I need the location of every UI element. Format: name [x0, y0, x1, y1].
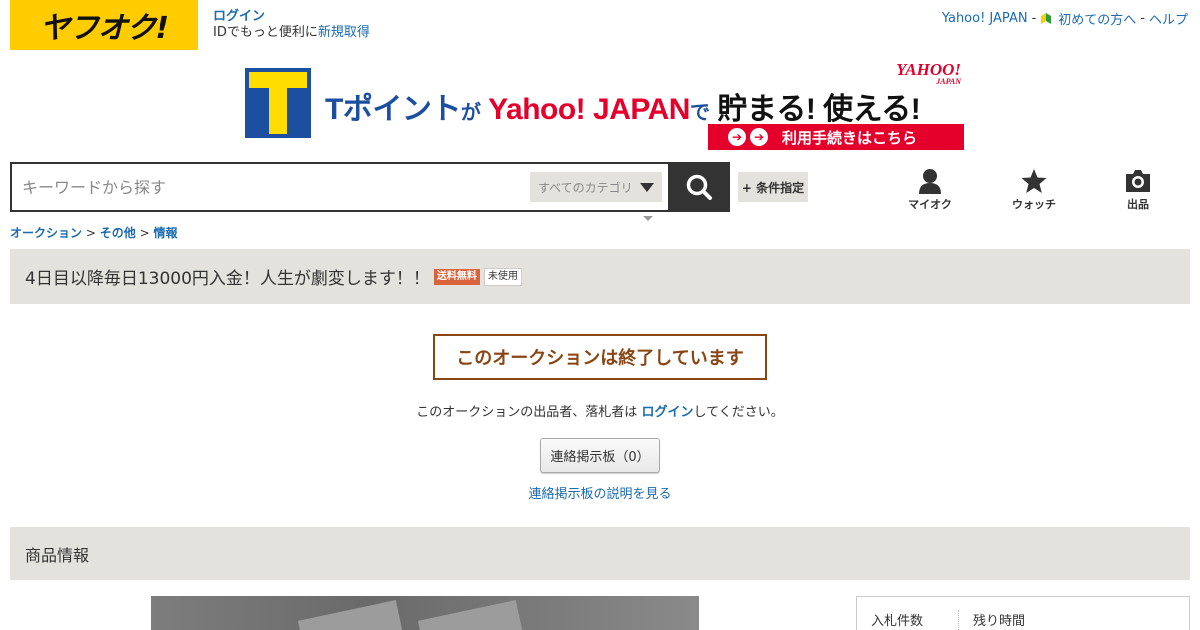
breadcrumb-item[interactable]: 情報	[153, 226, 177, 240]
banner-cta[interactable]: ➔ ➔ 利用手続きはこちら	[708, 124, 964, 150]
condition-badge: 未使用	[483, 267, 522, 286]
my-auction-nav[interactable]: マイオク	[895, 168, 965, 212]
top-link-separator: -	[1031, 11, 1037, 26]
sell-nav[interactable]: 出品	[1103, 168, 1173, 212]
banner-slogan-text: 貯まる! 使える!	[717, 93, 921, 126]
banner-yahoo-text: Yahoo! JAPAN	[488, 93, 690, 126]
banner-de-text: で	[689, 102, 710, 124]
free-shipping-badge: 送料無料	[433, 268, 480, 285]
dropdown-hint-icon	[643, 216, 653, 221]
login-notice-prefix: このオークションの出品者、落札者は	[416, 405, 638, 420]
search-icon	[686, 174, 712, 200]
login-block: ログイン IDでもっと便利に新規取得	[213, 9, 370, 41]
arrow-right-icon: ➔	[728, 128, 746, 146]
breadcrumb-item[interactable]: その他	[100, 226, 136, 240]
top-link-separator: -	[1140, 11, 1145, 26]
tpoint-banner[interactable]: Tポイントが Yahoo! JAPANで 貯まる! 使える! YAHOO! JA…	[245, 61, 965, 152]
contact-board-button[interactable]: 連絡掲示板（0）	[540, 438, 660, 473]
yahoo-mini-logo: YAHOO! JAPAN	[896, 61, 961, 86]
login-notice-suffix: してください。	[693, 405, 784, 420]
logo-text: ヤフオク!	[39, 11, 169, 46]
yafuoku-logo[interactable]: ヤフオク!	[10, 0, 198, 50]
auction-status-box: 入札件数 残り時間	[856, 596, 1190, 630]
watch-label: ウォッチ	[1012, 198, 1056, 211]
search-button[interactable]	[668, 162, 730, 212]
time-left-label: 残り時間	[973, 614, 1026, 629]
bid-count-label: 入札件数	[857, 610, 959, 630]
help-link[interactable]: ヘルプ	[1149, 9, 1188, 28]
banner-headline: Tポイントが Yahoo! JAPANで 貯まる! 使える!	[325, 84, 921, 128]
product-image-detail	[417, 600, 525, 630]
top-links: Yahoo! JAPAN - 初めての方へ - ヘルプ	[942, 9, 1188, 28]
product-info-title: 商品情報	[25, 545, 90, 565]
beginner-mark-icon	[1041, 12, 1052, 24]
login-notice-link[interactable]: ログイン	[641, 405, 693, 420]
category-select[interactable]: すべてのカテゴリ	[530, 172, 662, 202]
banner-ga-text: が	[460, 102, 481, 124]
item-title: 4日目以降毎日13000円入金！人生が劇変します！！	[25, 269, 430, 289]
breadcrumb-item[interactable]: オークション	[10, 226, 82, 240]
banner-tpoint-text: Tポイント	[325, 93, 461, 126]
search-bar: すべてのカテゴリ	[10, 162, 730, 212]
item-title-bar: 4日目以降毎日13000円入金！人生が劇変します！！ 送料無料 未使用	[10, 249, 1190, 304]
arrow-right-icon: ➔	[750, 128, 768, 146]
banner-cta-label: 利用手続きはこちら	[782, 128, 918, 147]
beginners-link[interactable]: 初めての方へ	[1058, 9, 1136, 28]
breadcrumb-separator: >	[139, 226, 150, 240]
user-icon	[919, 169, 941, 194]
breadcrumb: オークション > その他 > 情報	[10, 224, 177, 241]
product-image-detail	[297, 600, 405, 630]
my-auction-label: マイオク	[908, 198, 952, 211]
login-link[interactable]: ログイン	[213, 9, 370, 25]
watch-nav[interactable]: ウォッチ	[999, 168, 1069, 212]
login-sub-text: IDでもっと便利に	[213, 25, 318, 40]
yahoo-japan-link[interactable]: Yahoo! JAPAN	[942, 11, 1028, 26]
breadcrumb-separator: >	[85, 226, 96, 240]
product-info-header: 商品情報	[10, 527, 1190, 580]
camera-icon	[1126, 170, 1150, 192]
sell-label: 出品	[1127, 198, 1149, 211]
contact-board-help-link[interactable]: 連絡掲示板の説明を見る	[528, 487, 671, 502]
chevron-down-icon	[640, 183, 654, 192]
yahoo-mini-logo-sub: JAPAN	[936, 77, 961, 86]
star-icon	[1021, 169, 1047, 193]
board-help-row: 連絡掲示板の説明を見る	[0, 483, 1200, 502]
auction-ended-box: このオークションは終了しています	[433, 334, 767, 380]
search-input[interactable]	[12, 164, 530, 210]
tpoint-logo-icon	[245, 68, 311, 138]
condition-button[interactable]: + 条件指定	[738, 172, 808, 202]
login-notice: このオークションの出品者、落札者は ログインしてください。	[0, 401, 1200, 420]
category-select-label: すべてのカテゴリ	[538, 180, 633, 195]
product-image[interactable]	[151, 596, 699, 630]
register-link[interactable]: 新規取得	[318, 25, 370, 40]
